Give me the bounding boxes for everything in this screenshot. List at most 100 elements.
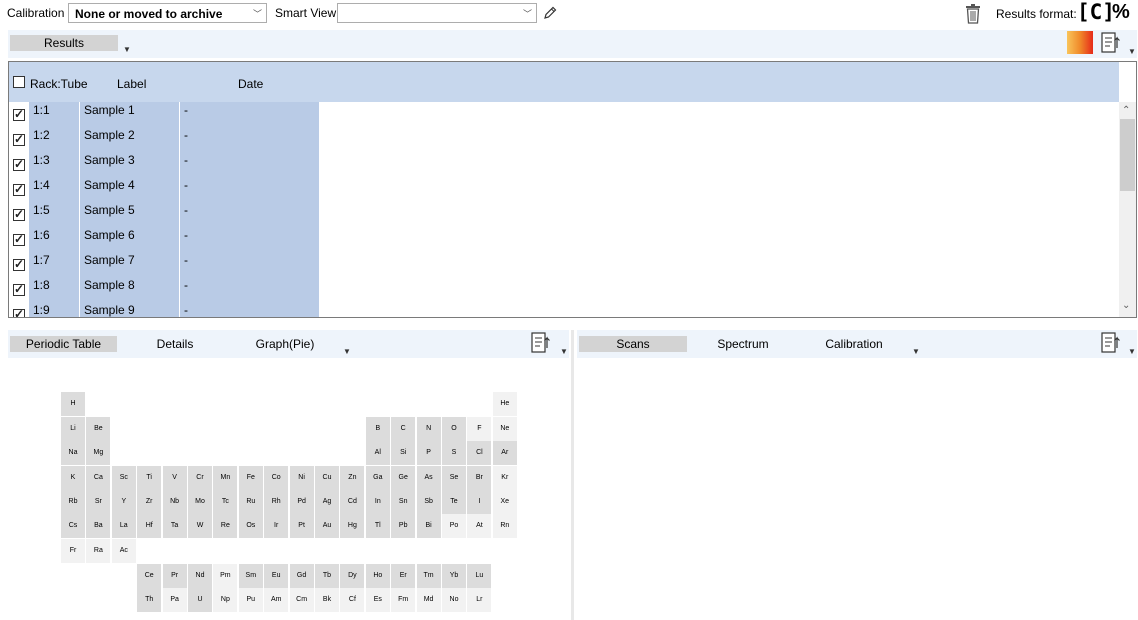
element-ta[interactable]: Ta <box>162 514 187 538</box>
element-yb[interactable]: Yb <box>442 564 466 588</box>
element-xe[interactable]: Xe <box>492 490 517 514</box>
element-la[interactable]: La <box>111 514 136 538</box>
element-li[interactable]: Li <box>61 417 85 441</box>
chevron-down-icon[interactable]: ▼ <box>560 347 568 356</box>
element-rb[interactable]: Rb <box>61 490 85 514</box>
element-s[interactable]: S <box>442 441 466 465</box>
tab-details[interactable]: Details <box>140 336 210 352</box>
tabs-overflow-icon[interactable]: ▼ <box>912 347 920 356</box>
element-au[interactable]: Au <box>315 514 339 538</box>
cell-label[interactable]: Sample 9 <box>84 303 135 317</box>
element-pb[interactable]: Pb <box>391 514 416 538</box>
element-np[interactable]: Np <box>213 588 238 612</box>
tabs-overflow-icon[interactable]: ▼ <box>343 347 351 356</box>
cell-rack-tube[interactable]: 1:8 <box>33 278 50 292</box>
tab-scans[interactable]: Scans <box>579 336 687 352</box>
element-b[interactable]: B <box>365 417 390 441</box>
element-os[interactable]: Os <box>238 514 263 538</box>
element-ar[interactable]: Ar <box>492 441 517 465</box>
element-sr[interactable]: Sr <box>86 490 111 514</box>
element-ca[interactable]: Ca <box>86 466 111 490</box>
element-mo[interactable]: Mo <box>188 490 212 514</box>
element-ge[interactable]: Ge <box>391 466 416 490</box>
element-n[interactable]: N <box>416 417 441 441</box>
element-nd[interactable]: Nd <box>188 564 212 588</box>
element-cd[interactable]: Cd <box>340 490 365 514</box>
tab-calibration[interactable]: Calibration <box>814 336 894 352</box>
cell-label[interactable]: Sample 1 <box>84 103 135 117</box>
cell-date[interactable]: - <box>184 153 188 167</box>
element-tc[interactable]: Tc <box>213 490 238 514</box>
cell-label[interactable]: Sample 5 <box>84 203 135 217</box>
element-hg[interactable]: Hg <box>340 514 365 538</box>
table-row[interactable]: 1:3 Sample 3 - <box>9 152 1119 177</box>
element-pd[interactable]: Pd <box>289 490 314 514</box>
cell-rack-tube[interactable]: 1:7 <box>33 253 50 267</box>
cell-date[interactable]: - <box>184 178 188 192</box>
chevron-down-icon[interactable]: ▼ <box>1128 47 1136 56</box>
element-i[interactable]: I <box>467 490 492 514</box>
table-row[interactable]: 1:9 Sample 9 - <box>9 302 1119 317</box>
element-at[interactable]: At <box>467 514 492 538</box>
element-si[interactable]: Si <box>391 441 416 465</box>
element-sm[interactable]: Sm <box>238 564 263 588</box>
cell-label[interactable]: Sample 3 <box>84 153 135 167</box>
element-se[interactable]: Se <box>442 466 466 490</box>
element-fr[interactable]: Fr <box>61 539 85 563</box>
element-cl[interactable]: Cl <box>467 441 492 465</box>
row-checkbox[interactable] <box>13 307 25 317</box>
element-tm[interactable]: Tm <box>416 564 441 588</box>
element-pu[interactable]: Pu <box>238 588 263 612</box>
element-es[interactable]: Es <box>365 588 390 612</box>
select-all-checkbox[interactable] <box>13 76 25 88</box>
concentration-format-button[interactable]: [C] <box>1077 0 1115 24</box>
element-be[interactable]: Be <box>86 417 111 441</box>
cell-rack-tube[interactable]: 1:2 <box>33 128 50 142</box>
element-co[interactable]: Co <box>264 466 289 490</box>
tab-spectrum[interactable]: Spectrum <box>708 336 778 352</box>
cell-rack-tube[interactable]: 1:3 <box>33 153 50 167</box>
table-row[interactable]: 1:6 Sample 6 - <box>9 227 1119 252</box>
cell-date[interactable]: - <box>184 128 188 142</box>
element-f[interactable]: F <box>467 417 492 441</box>
element-ni[interactable]: Ni <box>289 466 314 490</box>
chevron-down-icon[interactable]: ▼ <box>1128 347 1136 356</box>
element-br[interactable]: Br <box>467 466 492 490</box>
tab-graph-pie[interactable]: Graph(Pie) <box>245 336 325 352</box>
element-nb[interactable]: Nb <box>162 490 187 514</box>
cell-date[interactable]: - <box>184 203 188 217</box>
table-row[interactable]: 1:8 Sample 8 - <box>9 277 1119 302</box>
cell-label[interactable]: Sample 8 <box>84 278 135 292</box>
element-cf[interactable]: Cf <box>340 588 365 612</box>
element-am[interactable]: Am <box>264 588 289 612</box>
row-checkbox[interactable] <box>13 282 25 296</box>
table-row[interactable]: 1:4 Sample 4 - <box>9 177 1119 202</box>
element-ce[interactable]: Ce <box>137 564 162 588</box>
element-re[interactable]: Re <box>213 514 238 538</box>
table-row[interactable]: 1:7 Sample 7 - <box>9 252 1119 277</box>
element-kr[interactable]: Kr <box>492 466 517 490</box>
element-ne[interactable]: Ne <box>492 417 517 441</box>
cell-date[interactable]: - <box>184 103 188 117</box>
element-p[interactable]: P <box>416 441 441 465</box>
element-ho[interactable]: Ho <box>365 564 390 588</box>
cell-rack-tube[interactable]: 1:4 <box>33 178 50 192</box>
scrollbar-thumb[interactable] <box>1120 119 1135 191</box>
element-zn[interactable]: Zn <box>340 466 365 490</box>
row-checkbox[interactable] <box>13 132 25 146</box>
row-checkbox[interactable] <box>13 257 25 271</box>
element-lr[interactable]: Lr <box>467 588 492 612</box>
element-hf[interactable]: Hf <box>137 514 162 538</box>
tab-periodic-table[interactable]: Periodic Table <box>10 336 117 352</box>
row-checkbox[interactable] <box>13 107 25 121</box>
row-checkbox[interactable] <box>13 232 25 246</box>
element-c[interactable]: C <box>391 417 416 441</box>
cell-label[interactable]: Sample 6 <box>84 228 135 242</box>
calibration-select[interactable]: None or moved to archive ﹀ <box>68 3 267 23</box>
element-te[interactable]: Te <box>442 490 466 514</box>
table-row[interactable]: 1:5 Sample 5 - <box>9 202 1119 227</box>
pencil-icon[interactable] <box>542 5 558 21</box>
element-fe[interactable]: Fe <box>238 466 263 490</box>
column-header-date[interactable]: Date <box>238 77 263 91</box>
cell-label[interactable]: Sample 4 <box>84 178 135 192</box>
